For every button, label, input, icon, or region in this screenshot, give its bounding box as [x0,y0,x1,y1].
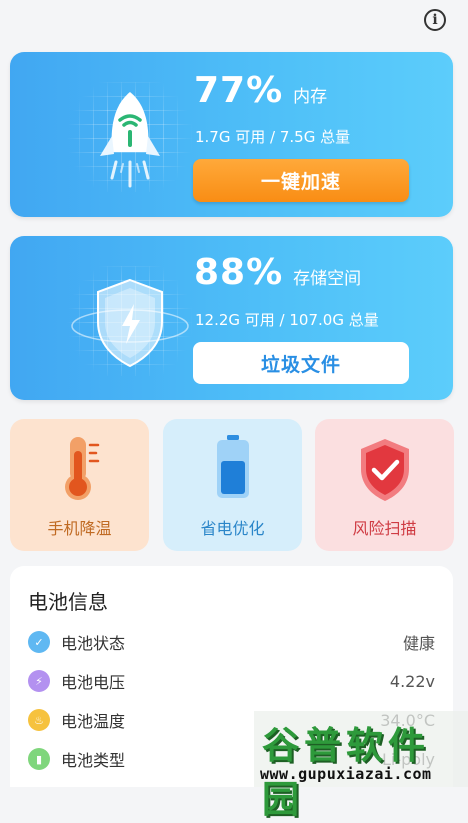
battery-row-temperature: ♨ 电池温度 34.0°C [28,706,435,734]
battery-type-icon: ▮ [28,748,50,770]
battery-row-name: 电池温度 [61,712,126,731]
storage-detail: 12.2G 可用 / 107.0G 总量 [195,311,379,329]
memory-label: 内存 [293,87,328,107]
tile-risk-scan[interactable]: 风险扫描 [315,419,454,551]
battery-row-name: 电池状态 [61,634,126,653]
tile-power-saving[interactable]: 省电优化 [163,419,302,551]
battery-row-status: ✓ 电池状态 健康 [28,628,435,656]
shield-check-icon [360,439,409,501]
info-glyph: i [432,12,438,28]
battery-row-value: 健康 [402,634,435,653]
battery-row-value: Li-poly [382,749,435,769]
top-bar: i [0,0,468,46]
memory-percent: 77% [194,70,284,111]
junk-files-button[interactable]: 垃圾文件 [193,342,409,384]
battery-row-name: 电池电压 [61,673,126,692]
storage-label: 存储空间 [293,269,362,289]
battery-row-value: 34.0°C [380,710,435,730]
tile-label: 手机降温 [47,519,112,538]
info-icon[interactable]: i [424,9,446,31]
tile-label: 省电优化 [200,519,265,538]
storage-usage: 88% 存储空间 [194,252,361,293]
memory-card[interactable]: 77% 内存 1.7G 可用 / 7.5G 总量 一键加速 [10,52,453,217]
battery-row-name: 电池类型 [61,751,126,770]
battery-icon [216,435,249,498]
battery-info-title: 电池信息 [28,590,108,614]
flame-icon: ♨ [28,709,50,731]
shield-lightning-icon [71,278,189,368]
thermometer-icon [64,437,99,500]
battery-info-panel: 电池信息 ✓ 电池状态 健康 ⚡ 电池电压 4.22v ♨ 电池温度 34.0°… [10,566,453,787]
battery-row-voltage: ⚡ 电池电压 4.22v [28,667,435,695]
tile-label: 风险扫描 [352,519,417,538]
rocket-icon [100,92,160,188]
boost-button[interactable]: 一键加速 [193,159,409,202]
status-icon: ✓ [28,631,50,653]
lightning-icon: ⚡ [28,670,50,692]
storage-card[interactable]: 88% 存储空间 12.2G 可用 / 107.0G 总量 垃圾文件 [10,236,453,400]
memory-detail: 1.7G 可用 / 7.5G 总量 [195,128,351,146]
battery-row-value: 4.22v [389,671,435,691]
storage-percent: 88% [194,252,284,293]
battery-row-type: ▮ 电池类型 Li-poly [28,745,435,773]
tile-phone-cooling[interactable]: 手机降温 [10,419,149,551]
memory-usage: 77% 内存 [194,70,327,111]
